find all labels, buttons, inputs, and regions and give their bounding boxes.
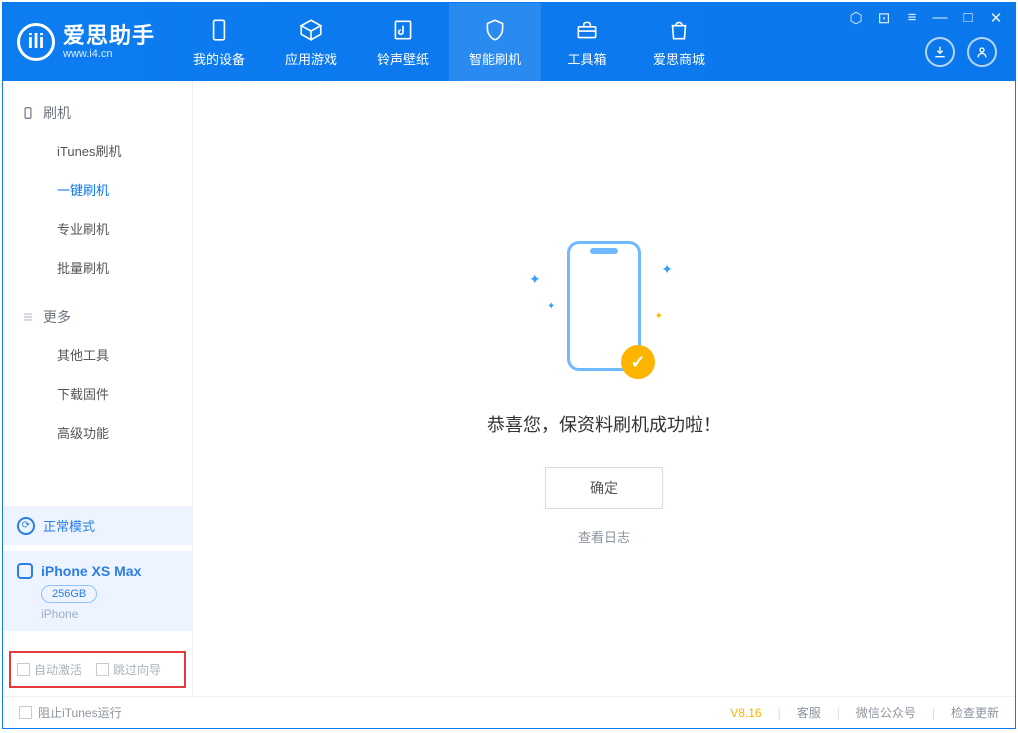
sparkle-icon: ✦	[661, 261, 673, 278]
close-icon[interactable]: ✕	[987, 9, 1005, 27]
nav-ringtones[interactable]: 铃声壁纸	[357, 3, 449, 81]
menu-icon[interactable]: ≡	[903, 9, 921, 27]
nav-apps-games[interactable]: 应用游戏	[265, 3, 357, 81]
phone-small-icon	[21, 106, 35, 120]
support-link[interactable]: 客服	[797, 704, 821, 721]
sparkle-icon: ✦	[529, 271, 541, 288]
device-type: iPhone	[41, 607, 178, 621]
checkbox-icon	[17, 663, 30, 676]
nav-label: 工具箱	[568, 49, 607, 68]
mode-icon: ⟳	[17, 517, 35, 535]
checkbox-label: 阻止iTunes运行	[38, 704, 122, 721]
success-illustration: ✦ ✦ ✦ ✦ ✓	[519, 231, 689, 381]
device-card[interactable]: iPhone XS Max 256GB iPhone	[3, 551, 192, 631]
mode-label: 正常模式	[43, 516, 95, 535]
separator: |	[778, 706, 781, 720]
bag-icon	[666, 17, 692, 43]
checkbox-icon	[96, 663, 109, 676]
shield-icon	[482, 17, 508, 43]
main-nav: 我的设备 应用游戏 铃声壁纸 智能刷机 工具箱 爱思商城	[173, 3, 725, 81]
options-highlight: 自动激活 跳过向导	[9, 651, 186, 688]
wechat-link[interactable]: 微信公众号	[856, 704, 916, 721]
logo-icon: ili	[17, 23, 55, 61]
sidebar: 刷机 iTunes刷机 一键刷机 专业刷机 批量刷机 更多 其他工具 下载固件 …	[3, 81, 193, 696]
view-log-link[interactable]: 查看日志	[578, 527, 630, 546]
sidebar-section-more: 更多	[3, 299, 192, 335]
checkmark-badge-icon: ✓	[621, 345, 655, 379]
logo: ili 爱思助手 www.i4.cn	[3, 3, 173, 81]
separator: |	[837, 706, 840, 720]
cube-icon	[298, 17, 324, 43]
download-icon[interactable]	[925, 37, 955, 67]
device-small-icon	[17, 563, 33, 579]
user-icon[interactable]	[967, 37, 997, 67]
toolbox-icon	[574, 17, 600, 43]
header-actions	[925, 37, 997, 67]
checkbox-block-itunes[interactable]: 阻止iTunes运行	[19, 704, 122, 721]
sidebar-item-advanced[interactable]: 高级功能	[3, 413, 192, 452]
section-title: 刷机	[43, 103, 71, 123]
version-label: V8.16	[730, 706, 761, 720]
sidebar-item-download-firmware[interactable]: 下载固件	[3, 374, 192, 413]
sparkle-icon: ✦	[547, 301, 555, 312]
nav-smart-flash[interactable]: 智能刷机	[449, 3, 541, 81]
checkbox-skip-setup[interactable]: 跳过向导	[96, 661, 161, 678]
nav-label: 智能刷机	[469, 49, 521, 68]
success-message: 恭喜您，保资料刷机成功啦！	[487, 411, 721, 437]
separator: |	[932, 706, 935, 720]
app-subtitle: www.i4.cn	[63, 48, 155, 60]
nav-label: 应用游戏	[285, 49, 337, 68]
nav-store[interactable]: 爱思商城	[633, 3, 725, 81]
nav-my-device[interactable]: 我的设备	[173, 3, 265, 81]
nav-label: 我的设备	[193, 49, 245, 68]
nav-toolbox[interactable]: 工具箱	[541, 3, 633, 81]
mode-indicator[interactable]: ⟳ 正常模式	[3, 506, 192, 545]
checkbox-icon	[19, 706, 32, 719]
nav-label: 铃声壁纸	[377, 49, 429, 68]
device-icon	[206, 17, 232, 43]
minimize-icon[interactable]: —	[931, 9, 949, 27]
checkbox-auto-activate[interactable]: 自动激活	[17, 661, 82, 678]
window-controls: ⬡ ⊡ ≡ — □ ✕	[847, 9, 1005, 27]
skin-icon[interactable]: ⬡	[847, 9, 865, 27]
checkbox-label: 跳过向导	[113, 661, 161, 678]
music-icon	[390, 17, 416, 43]
section-title: 更多	[43, 307, 71, 327]
nav-label: 爱思商城	[653, 49, 705, 68]
device-storage: 256GB	[41, 585, 97, 603]
sidebar-item-oneclick-flash[interactable]: 一键刷机	[3, 170, 192, 209]
app-title: 爱思助手	[63, 24, 155, 48]
sidebar-item-itunes-flash[interactable]: iTunes刷机	[3, 131, 192, 170]
list-icon	[21, 310, 35, 324]
checkbox-label: 自动激活	[34, 661, 82, 678]
sidebar-item-other-tools[interactable]: 其他工具	[3, 335, 192, 374]
ok-button[interactable]: 确定	[545, 467, 663, 509]
sparkle-icon: ✦	[655, 311, 663, 322]
sidebar-section-flash: 刷机	[3, 95, 192, 131]
device-name: iPhone XS Max	[41, 563, 141, 579]
main-content: ✦ ✦ ✦ ✦ ✓ 恭喜您，保资料刷机成功啦！ 确定 查看日志	[193, 81, 1015, 696]
sidebar-item-batch-flash[interactable]: 批量刷机	[3, 248, 192, 287]
maximize-icon[interactable]: □	[959, 9, 977, 27]
sidebar-item-pro-flash[interactable]: 专业刷机	[3, 209, 192, 248]
feedback-icon[interactable]: ⊡	[875, 9, 893, 27]
check-update-link[interactable]: 检查更新	[951, 704, 999, 721]
header: ili 爱思助手 www.i4.cn 我的设备 应用游戏 铃声壁纸 智能刷机	[3, 3, 1015, 81]
footer: 阻止iTunes运行 V8.16 | 客服 | 微信公众号 | 检查更新	[3, 696, 1015, 728]
